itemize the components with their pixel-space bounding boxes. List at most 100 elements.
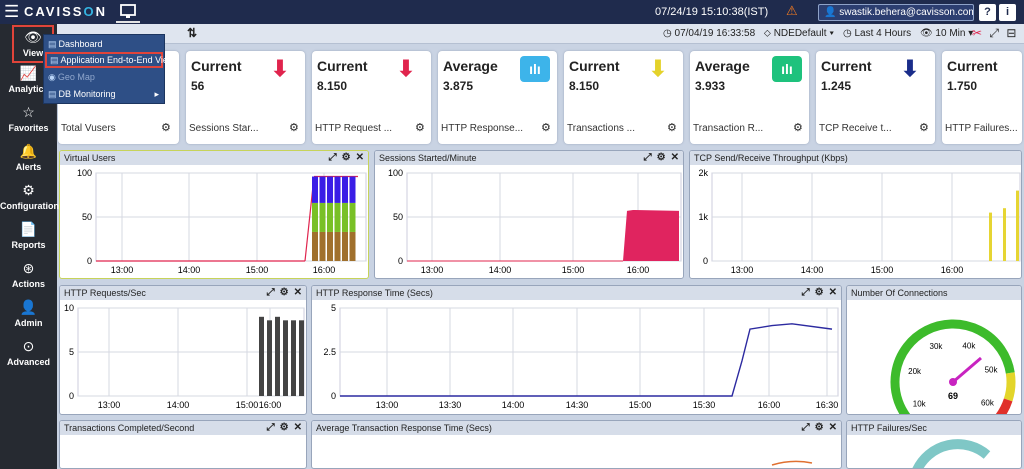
gear-icon[interactable]: ⚙ <box>415 122 425 134</box>
gear-icon[interactable]: ⚙ <box>161 122 171 134</box>
gear-icon[interactable]: ⚙ <box>342 152 351 163</box>
metric-card[interactable]: Current 8.150 HTTP Request ... ⚙ ⬇ <box>312 51 431 144</box>
http-requests-panel: HTTP Requests/Sec ⤢ ⚙ ✕ 0 5 10 13:00 14:00 15:00… <box>59 285 307 415</box>
metric-card[interactable]: Average 3.875 HTTP Response... ⚙ ılı <box>438 51 557 144</box>
x-tick-label: 16:00 <box>758 400 781 410</box>
menu-item-db-monitoring[interactable]: ▤ DB Monitoring ▸ <box>45 86 163 102</box>
cut-icon[interactable]: ✂ <box>972 26 982 40</box>
expand-icon[interactable]: ⤢ <box>802 422 810 433</box>
close-icon[interactable]: ✕ <box>294 287 302 298</box>
bar <box>267 320 272 396</box>
sidebar-item-advanced[interactable]: ⊙ Advanced <box>0 336 57 374</box>
menu-item-label: DB Monitoring <box>58 89 116 99</box>
minimize-icon[interactable]: ⊟ <box>1006 26 1016 40</box>
gear-icon[interactable]: ⚙ <box>657 152 666 163</box>
x-tick-label: 13:00 <box>98 400 121 410</box>
close-icon[interactable]: ✕ <box>829 287 837 298</box>
sidebar-item-actions[interactable]: ⊛ Actions <box>0 258 57 296</box>
bar-segment <box>349 231 356 261</box>
user-icon: 👤 <box>19 299 38 315</box>
gear-icon[interactable]: ⚙ <box>919 122 929 134</box>
time-range-selector[interactable]: ◷ Last 4 Hours <box>843 28 911 39</box>
menu-item-application-end-to-end-view[interactable]: ▤ Application End-to-End View <box>45 52 174 68</box>
close-icon[interactable]: ✕ <box>294 422 302 433</box>
expand-icon[interactable]: ⤢ <box>267 287 275 298</box>
card-title: Current <box>947 58 998 74</box>
database-icon: ▤ <box>48 89 57 99</box>
close-icon[interactable]: ✕ <box>671 152 679 163</box>
gear-icon[interactable]: ⚙ <box>280 422 289 433</box>
card-label: Sessions Star... <box>189 123 259 134</box>
submenu-arrow-icon: ▸ <box>154 89 159 99</box>
close-icon[interactable]: ✕ <box>356 152 364 163</box>
metric-card[interactable]: Current 56 Sessions Star... ⚙ ⬇ <box>186 51 305 144</box>
monitor-icon[interactable] <box>116 3 140 23</box>
gauge-tick-label: 40k <box>962 341 976 350</box>
gear-icon[interactable]: ⚙ <box>667 122 677 134</box>
panel-header: Sessions Started/Minute ⤢ ⚙ ✕ <box>375 151 683 165</box>
gauge-needle <box>952 356 982 384</box>
notification-icon[interactable]: ⚠ <box>786 3 798 19</box>
panel-header: TCP Send/Receive Throughput (Kbps) <box>690 151 1021 165</box>
hamburger-menu-icon[interactable]: ☰ <box>4 2 19 22</box>
gauge-tick-label: 50k <box>985 366 999 375</box>
expand-icon[interactable]: ⤢ <box>329 152 337 163</box>
expand-icon[interactable]: ⤢ <box>267 422 275 433</box>
sidebar-item-favorites[interactable]: ☆ Favorites <box>0 102 57 140</box>
menu-item-dashboard[interactable]: ▤ Dashboard <box>45 36 163 52</box>
http-response-time-chart: 0 2.5 5 13:00 13:30 14:00 14:30 15:00 15:30 16:00… <box>323 303 839 410</box>
metric-card[interactable]: Current 8.150 Transactions ... ⚙ ⬇ <box>564 51 683 144</box>
bar <box>259 316 264 396</box>
x-tick-label: 16:30 <box>816 400 839 410</box>
gear-icon[interactable]: ⚙ <box>793 122 803 134</box>
gear-icon[interactable]: ⚙ <box>541 122 551 134</box>
transactions-panel: Transactions Completed/Second ⤢ ⚙ ✕ <box>59 420 307 469</box>
x-tick-label: 13:00 <box>421 265 444 275</box>
gear-icon[interactable]: ⚙ <box>280 287 289 298</box>
menu-item-label: Geo Map <box>57 72 95 82</box>
metric-card[interactable]: Current 1.750 HTTP Failures... <box>942 51 1022 144</box>
menu-item-geo-map[interactable]: ◉ Geo Map <box>45 69 163 85</box>
date-selector[interactable]: ◷ 07/04/19 16:33:58 <box>663 28 755 39</box>
http-failures-chart <box>912 439 991 468</box>
bar-segment <box>342 231 348 261</box>
x-tick-label: 16:00 <box>313 265 336 275</box>
panel-header: HTTP Failures/Sec <box>847 421 1021 435</box>
metric-card[interactable]: Current 1.245 TCP Receive t... ⚙ ⬇ <box>816 51 935 144</box>
y-tick-label: 0 <box>398 256 403 266</box>
sidebar-item-alerts[interactable]: 🔔 Alerts <box>0 141 57 179</box>
bar-segment <box>327 231 333 261</box>
info-button[interactable]: i <box>999 4 1016 21</box>
user-dropdown[interactable]: 👤 swastik.behera@cavisson.com ▾ <box>818 4 974 21</box>
swap-icon[interactable]: ⇅ <box>187 26 197 40</box>
bar <box>989 212 992 261</box>
x-tick-label: 13:00 <box>376 400 399 410</box>
expand-icon[interactable]: ⤢ <box>989 26 999 40</box>
expand-icon[interactable]: ⤢ <box>644 152 652 163</box>
interval-selector[interactable]: 👁 10 Min ▾ <box>920 28 973 39</box>
gauge-tick-label: 10k <box>913 399 927 408</box>
expand-icon[interactable]: ⤢ <box>802 287 810 298</box>
metric-card[interactable]: Average 3.933 Transaction R... ⚙ ılı <box>690 51 809 144</box>
gear-icon[interactable]: ⚙ <box>815 422 824 433</box>
sidebar-item-label: Alerts <box>15 162 42 172</box>
help-button[interactable]: ? <box>979 4 996 21</box>
bar <box>1016 190 1019 261</box>
sidebar-item-admin[interactable]: 👤 Admin <box>0 297 57 335</box>
card-label: TCP Receive t... <box>819 123 892 134</box>
gauge-hub <box>949 378 957 386</box>
bar-segment <box>334 176 341 203</box>
close-icon[interactable]: ✕ <box>829 422 837 433</box>
x-tick-label: 16:00 <box>259 400 282 410</box>
sidebar-item-label: Favorites <box>8 123 49 133</box>
sidebar-item-reports[interactable]: 📄 Reports <box>0 219 57 257</box>
sidebar-item-configuration[interactable]: ⚙ Configuration <box>0 180 59 218</box>
gear-icon[interactable]: ⚙ <box>289 122 299 134</box>
gear-icon[interactable]: ⚙ <box>815 287 824 298</box>
y-tick-label: 50 <box>82 212 92 222</box>
x-tick-label: 15:00 <box>562 265 585 275</box>
gauge-band <box>1003 372 1016 402</box>
toolbar-controls: ◷ 07/04/19 16:33:58 ⬦ NDEDefault ▾ ◷ Las… <box>663 27 979 41</box>
tier-selector[interactable]: ⬦ NDEDefault ▾ <box>764 28 834 39</box>
y-tick-label: 1k <box>698 212 708 222</box>
